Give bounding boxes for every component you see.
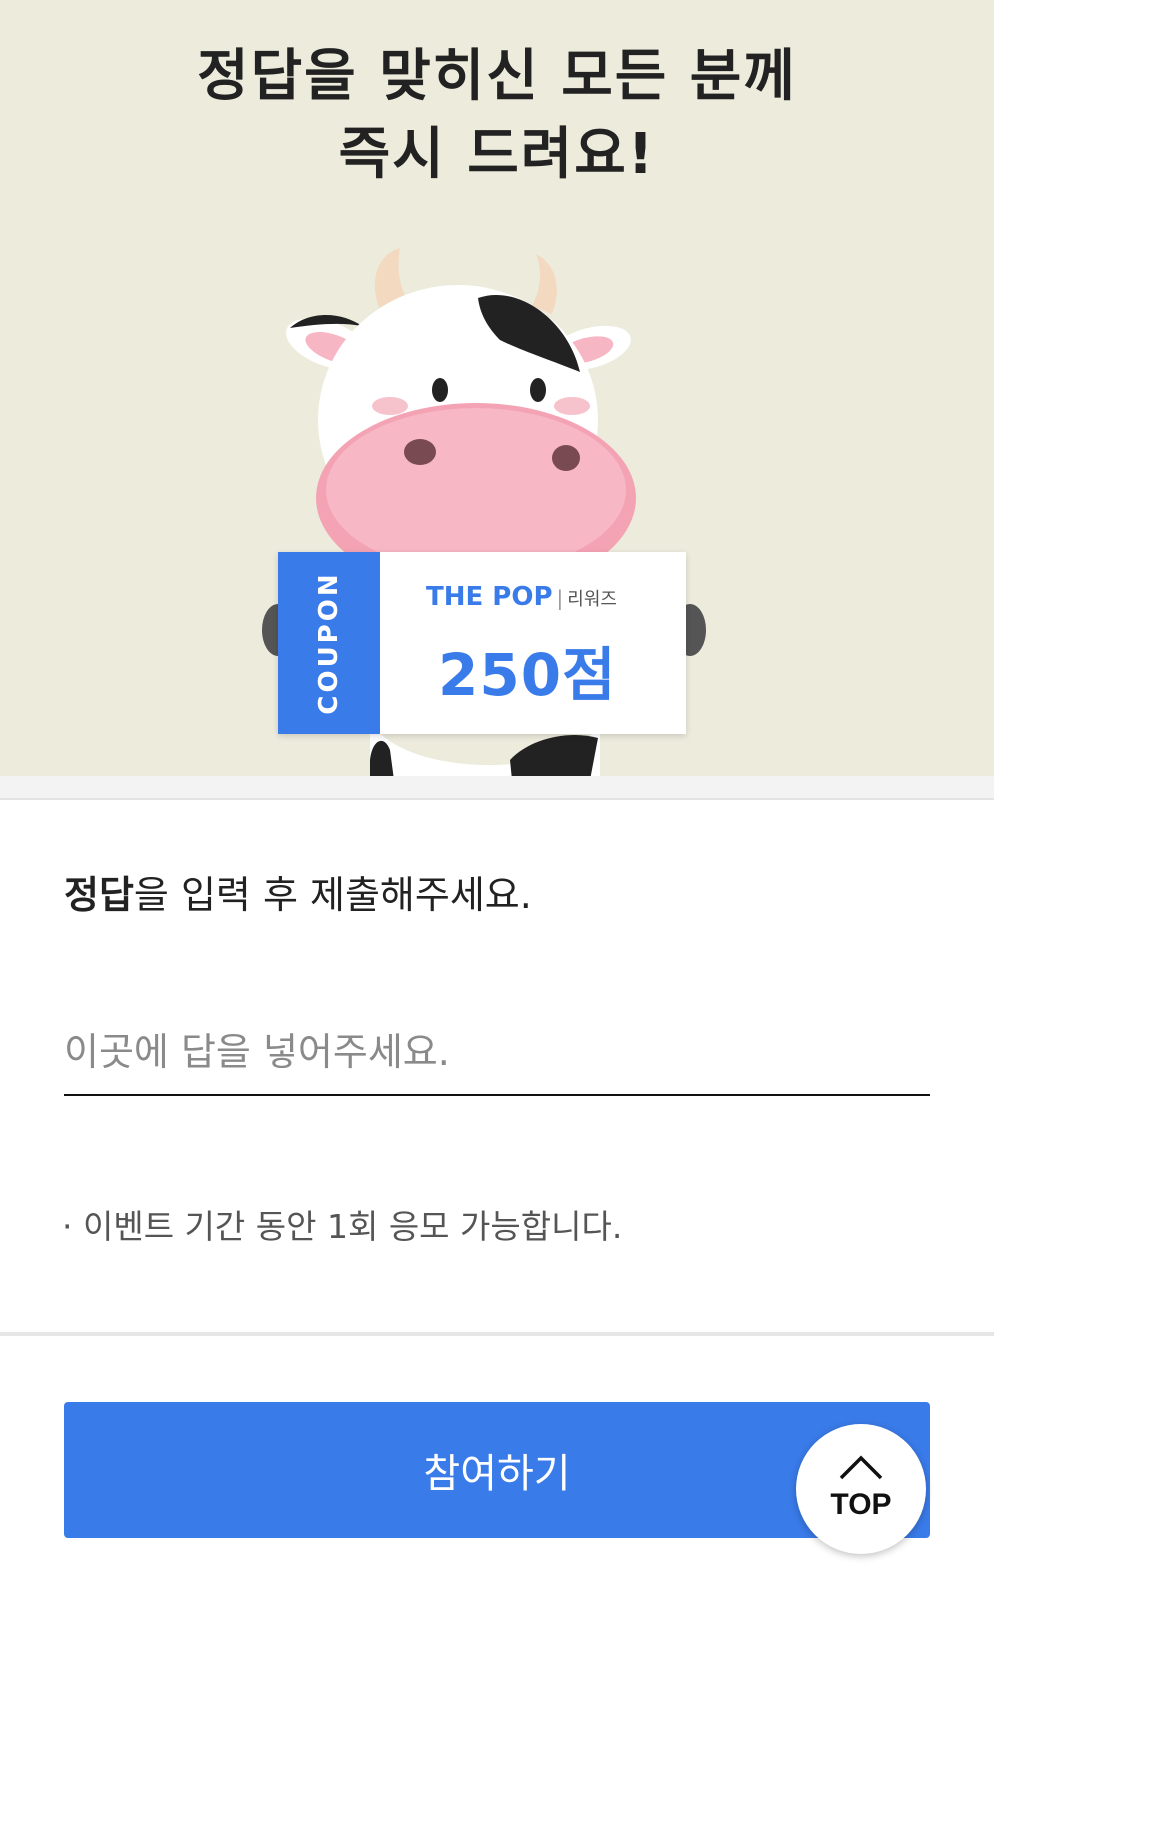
brand-subtitle: 리워즈 [567, 589, 617, 610]
brand-name: THE POP [426, 582, 553, 612]
coupon-points: 250점 [438, 641, 617, 709]
scroll-top-label: TOP [830, 1488, 892, 1521]
event-banner: 정답을 맞히신 모든 분께 즉시 드려요! COUPON THE POP | 리… [0, 0, 994, 776]
headline-line-2: 즉시 드려요! [338, 122, 656, 187]
footer-divider [0, 1332, 994, 1336]
scroll-top-button[interactable]: TOP [796, 1424, 926, 1554]
brand-separator: | [556, 586, 564, 610]
headline-line-1: 정답을 맞히신 모든 분께 [197, 44, 797, 109]
instruction-bold: 정답 [64, 873, 134, 917]
answer-instruction: 정답을 입력 후 제출해주세요. [64, 864, 532, 919]
coupon-label: COUPON [314, 571, 344, 715]
banner-headline: 정답을 맞히신 모든 분께 즉시 드려요! [0, 38, 994, 194]
coupon-side-strip: COUPON [278, 552, 380, 734]
answer-input[interactable] [64, 1010, 930, 1096]
entry-limit-note: · 이벤트 기간 동안 1회 응모 가능합니다. [62, 1207, 623, 1246]
coupon-card: COUPON THE POP | 리워즈 250점 [278, 552, 686, 734]
chevron-up-icon [839, 1455, 883, 1480]
section-divider [0, 776, 994, 800]
brand-logo: THE POP | 리워즈 [426, 582, 617, 612]
instruction-rest: 을 입력 후 제출해주세요. [133, 873, 532, 917]
